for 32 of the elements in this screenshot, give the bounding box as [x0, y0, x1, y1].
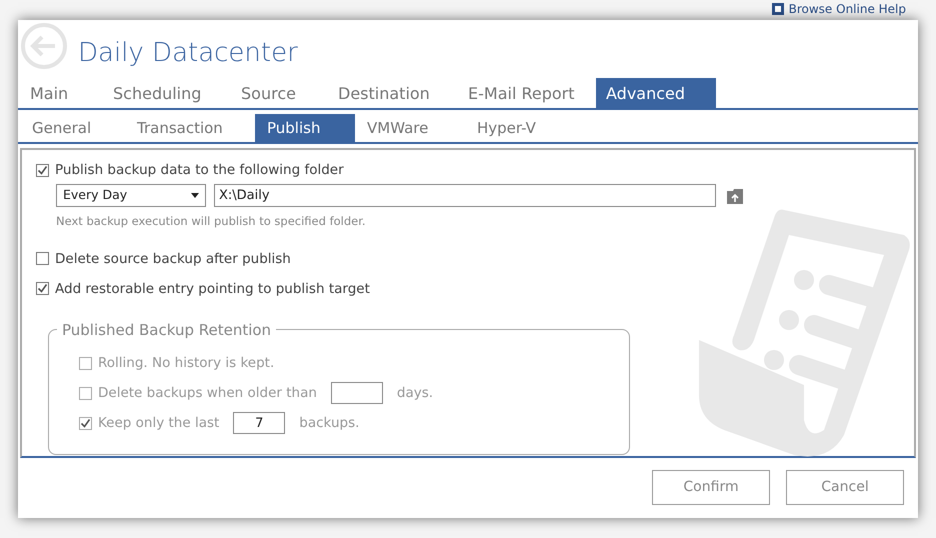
subtab[interactable]: Transaction [125, 114, 255, 142]
unit-label: days. [396, 384, 434, 403]
subtab[interactable]: Hyper-V [465, 114, 565, 142]
help-icon [770, 2, 785, 16]
folder-upload-icon[interactable] [726, 188, 744, 204]
checkbox-label: Publish backup data to the following folder [55, 161, 344, 180]
tab[interactable]: Source [231, 78, 328, 108]
checkbox-label: Delete source backup after publish [55, 250, 291, 268]
checkbox-label: Rolling. No history is kept. [98, 354, 274, 373]
checkbox[interactable] [36, 252, 49, 266]
unit-label: backups. [299, 414, 360, 433]
tab[interactable]: Scheduling [103, 78, 231, 108]
schedule-dropdown[interactable]: Every Day [56, 184, 206, 208]
tab[interactable]: Advanced [596, 78, 716, 108]
dialog-button[interactable]: Cancel [786, 470, 904, 505]
subtab[interactable]: VMWare [355, 114, 465, 142]
checkbox[interactable] [36, 164, 49, 177]
caret-icon [191, 193, 199, 198]
checkbox-label: Delete backups when older than [98, 384, 317, 403]
tab[interactable]: Destination [328, 78, 458, 108]
help-link[interactable]: Browse Online Help [770, 2, 906, 16]
checkbox[interactable] [36, 282, 49, 296]
checkbox-label: Add restorable entry pointing to publish target [55, 280, 370, 299]
subtab[interactable]: Publish [255, 114, 355, 142]
window-title: Daily Datacenter [78, 37, 298, 70]
checkbox-label: Keep only the last [98, 414, 220, 433]
subtab[interactable]: General [20, 114, 125, 142]
hint-text: Next backup execution will publish to specified folder. [56, 213, 367, 230]
dialog-button[interactable]: Confirm [652, 470, 770, 505]
tab[interactable]: Main [20, 78, 103, 108]
tab[interactable]: E-Mail Report [458, 78, 596, 108]
folder-path-field[interactable]: X:\Daily [214, 184, 716, 208]
